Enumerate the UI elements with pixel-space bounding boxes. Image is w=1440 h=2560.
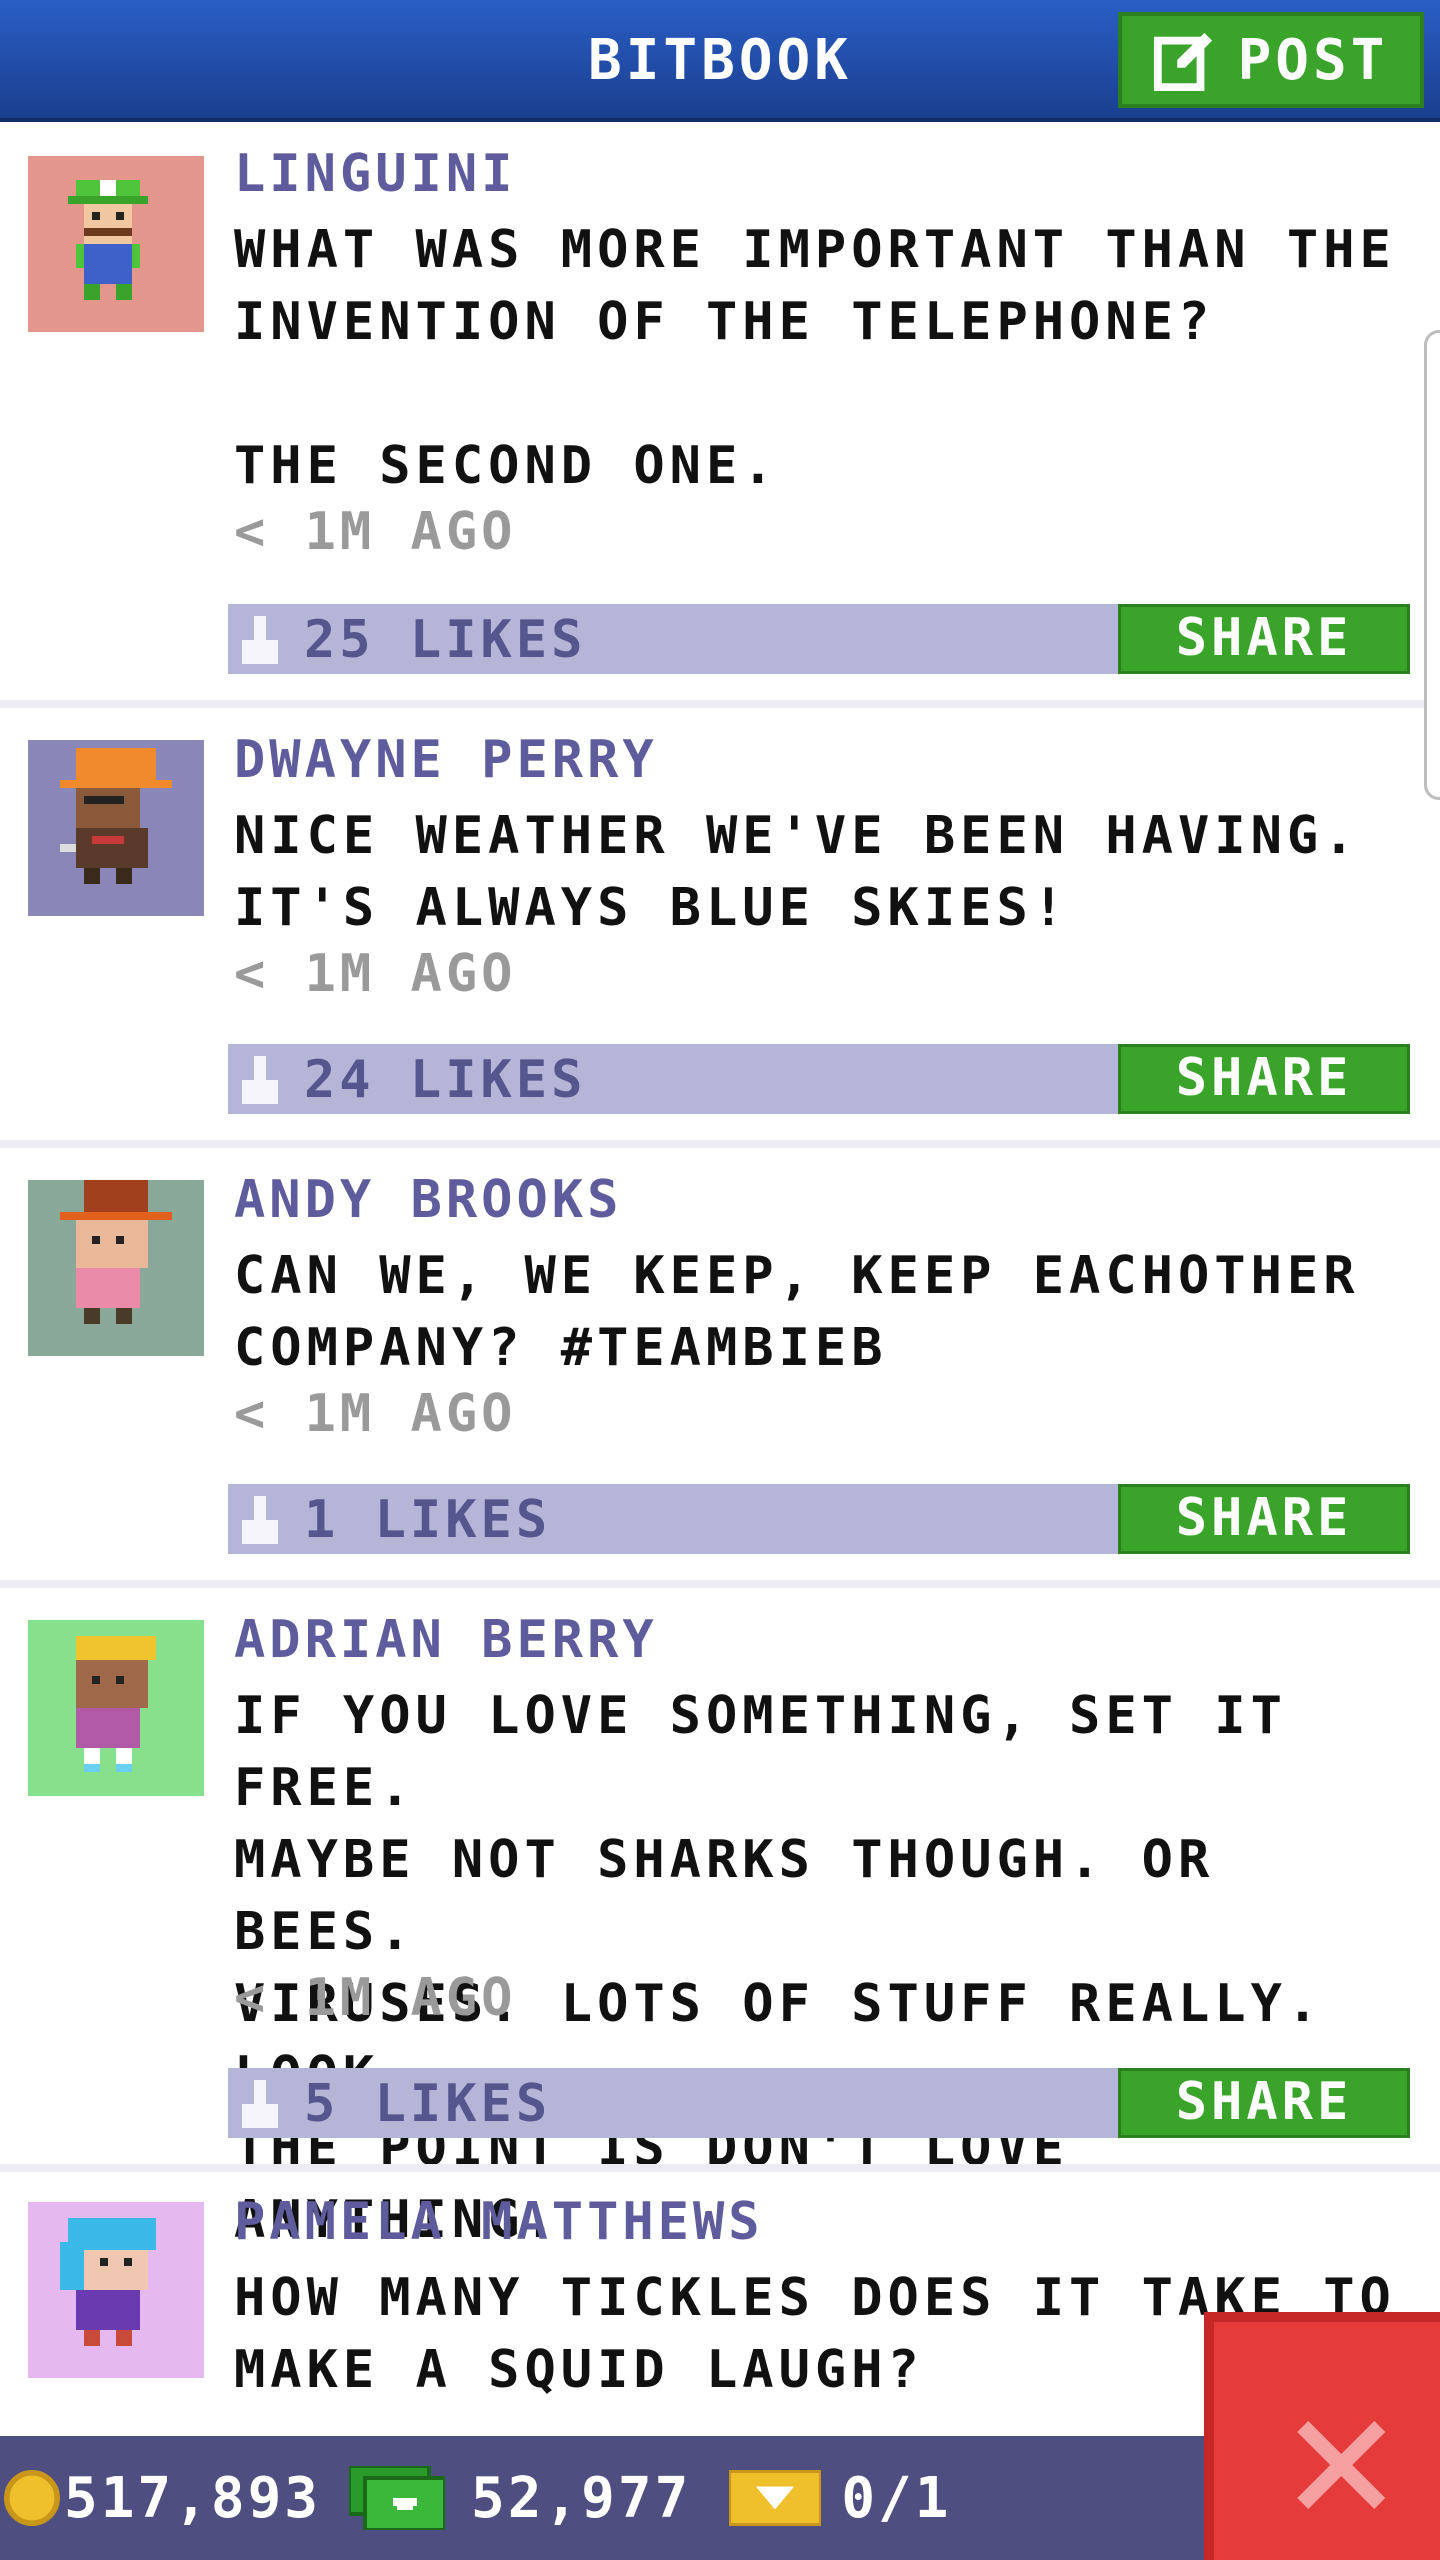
share-button[interactable]: SHARE: [1118, 1044, 1410, 1114]
thumbs-up-icon: [242, 1056, 278, 1104]
post-time: < 1M AGO: [234, 1384, 517, 1444]
avatar-pamela-matthews: [28, 2202, 204, 2378]
feed-post: ADRIAN BERRY IF YOU LOVE SOMETHING, SET …: [0, 1588, 1440, 2250]
post-button[interactable]: POST: [1118, 12, 1424, 108]
post-author[interactable]: ADRIAN BERRY: [234, 1610, 658, 1670]
like-bar[interactable]: 25 LIKES SHARE: [228, 604, 1410, 674]
feed-post: LINGUINI WHAT WAS MORE IMPORTANT THAN TH…: [0, 122, 1440, 702]
ticket-icon: [729, 2470, 822, 2526]
bux-count: 52,977: [471, 2465, 692, 2531]
like-bar[interactable]: 1 LIKES SHARE: [228, 1484, 1410, 1554]
app-header: BITBOOK POST: [0, 0, 1440, 122]
post-text: WHAT WAS MORE IMPORTANT THAN THE INVENTI…: [234, 220, 1396, 496]
close-icon: [1297, 2421, 1385, 2509]
post-divider: [0, 2164, 1440, 2172]
tickets-count: 0/1: [841, 2465, 952, 2531]
avatar-dwayne-perry: [28, 740, 204, 916]
feed-post: DWAYNE PERRY NICE WEATHER WE'VE BEEN HAV…: [0, 708, 1440, 1140]
close-button[interactable]: [1204, 2312, 1440, 2560]
post-author[interactable]: ANDY BROOKS: [234, 1170, 622, 1230]
post-author[interactable]: DWAYNE PERRY: [234, 730, 658, 790]
likes-count: 5 LIKES: [304, 2074, 552, 2134]
post-button-label: POST: [1237, 27, 1389, 93]
share-button[interactable]: SHARE: [1118, 2068, 1410, 2138]
likes-count: 24 LIKES: [304, 1050, 587, 1110]
like-bar[interactable]: 5 LIKES SHARE: [228, 2068, 1410, 2138]
post-divider: [0, 1140, 1440, 1148]
avatar-adrian-berry: [28, 1620, 204, 1796]
thumbs-up-icon: [242, 616, 278, 664]
post-time: < 1M AGO: [234, 502, 517, 562]
feed-post: ANDY BROOKS CAN WE, WE KEEP, KEEP EACHOT…: [0, 1148, 1440, 1580]
likes-count: 1 LIKES: [304, 1490, 552, 1550]
avatar-linguini: [28, 156, 204, 332]
likes-count: 25 LIKES: [304, 610, 587, 670]
avatar-andy-brooks: [28, 1180, 204, 1356]
post-time: < 1M AGO: [234, 1968, 517, 2028]
share-button[interactable]: SHARE: [1118, 604, 1410, 674]
coins-count: 517,893: [64, 2465, 322, 2531]
post-author[interactable]: PAMELA MATTHEWS: [234, 2192, 764, 2252]
compose-icon: [1153, 32, 1212, 91]
like-bar[interactable]: 24 LIKES SHARE: [228, 1044, 1410, 1114]
thumbs-up-icon: [242, 2080, 278, 2128]
post-text: NICE WEATHER WE'VE BEEN HAVING. IT'S ALW…: [234, 806, 1360, 938]
post-divider: [0, 700, 1440, 708]
post-divider: [0, 1580, 1440, 1588]
post-author[interactable]: LINGUINI: [234, 144, 516, 204]
post-text: CAN WE, WE KEEP, KEEP EACHOTHER COMPANY?…: [234, 1246, 1360, 1378]
bux-icon: [349, 2466, 446, 2530]
coin-icon: [4, 2470, 60, 2526]
share-button[interactable]: SHARE: [1118, 1484, 1410, 1554]
scrollbar[interactable]: [1424, 330, 1440, 800]
thumbs-up-icon: [242, 1496, 278, 1544]
post-time: < 1M AGO: [234, 944, 517, 1004]
